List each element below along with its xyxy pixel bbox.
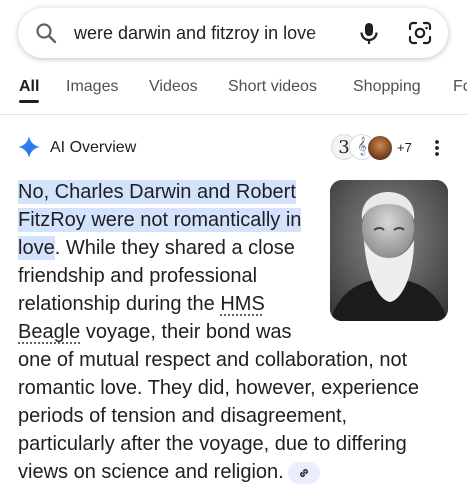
- tabs-divider: [0, 114, 467, 115]
- tab-images[interactable]: Images: [66, 77, 118, 97]
- tab-all[interactable]: All: [19, 77, 39, 97]
- more-vert-icon[interactable]: [428, 138, 446, 158]
- search-input[interactable]: were darwin and fitzroy in love: [74, 21, 349, 45]
- search-icon: [34, 21, 58, 45]
- ai-overview-text: No, Charles Darwin and Robert FitzRoy we…: [18, 178, 448, 486]
- answer-text-continued: voyage, their bond was one of mutual res…: [18, 321, 419, 483]
- active-tab-indicator: [19, 100, 39, 103]
- tab-videos[interactable]: Videos: [149, 77, 198, 97]
- darwin-portrait-image[interactable]: [330, 180, 448, 321]
- source-favicon: [367, 135, 393, 161]
- mic-icon[interactable]: [356, 20, 382, 46]
- ai-overview-header: AI Overview 3 𝄞 +7: [18, 134, 458, 162]
- ai-overview-title: AI Overview: [50, 139, 137, 156]
- google-lens-icon[interactable]: [407, 20, 433, 46]
- search-tabs: All Images Videos Short videos Shopping …: [0, 72, 467, 106]
- tab-short-videos[interactable]: Short videos: [228, 77, 317, 97]
- citation-link-button[interactable]: [287, 461, 320, 484]
- search-bar[interactable]: were darwin and fitzroy in love: [18, 8, 448, 58]
- sparkle-icon: [18, 136, 40, 158]
- source-count: +7: [397, 140, 412, 155]
- tab-more[interactable]: Fo: [453, 77, 467, 97]
- tab-shopping[interactable]: Shopping: [353, 77, 421, 97]
- link-icon: [299, 468, 308, 477]
